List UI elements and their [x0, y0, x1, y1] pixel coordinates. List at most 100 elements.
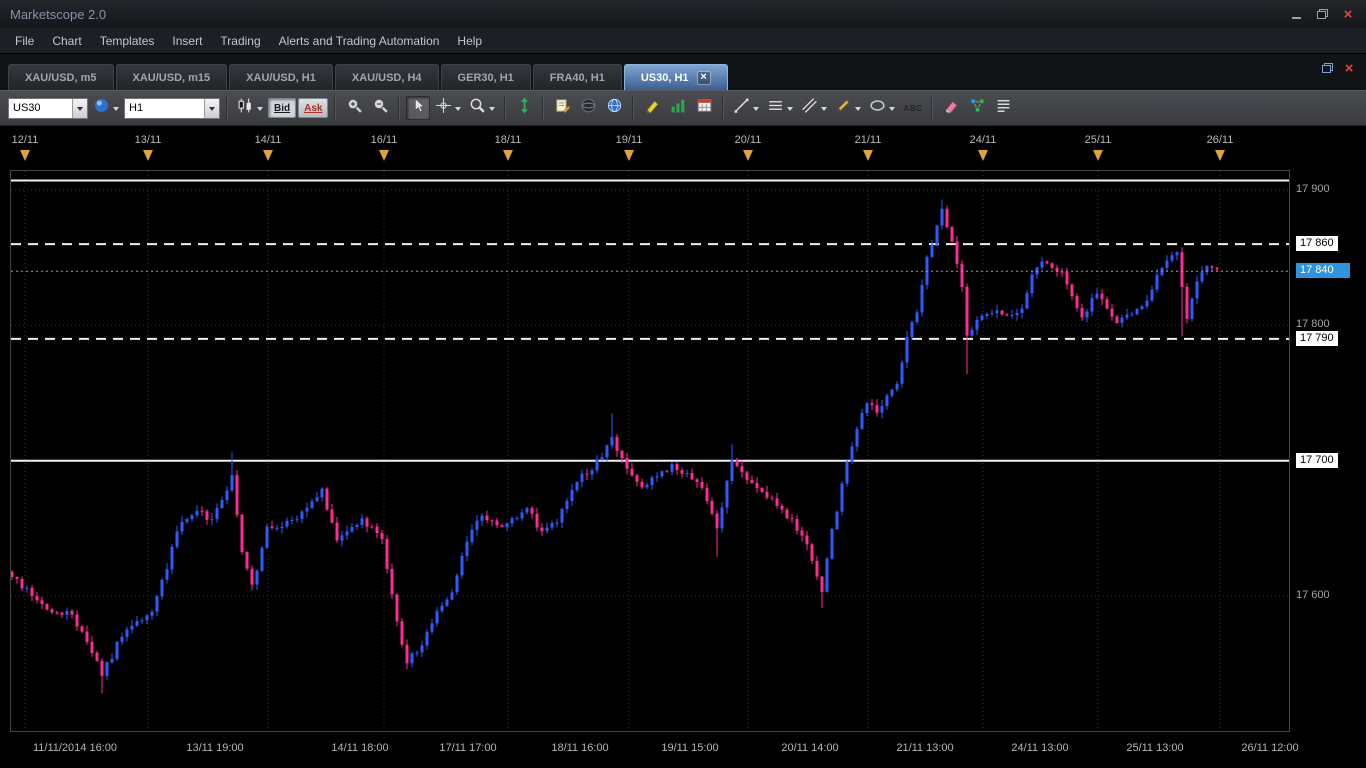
trend-line-tool-button[interactable] [730, 96, 762, 120]
close-icon[interactable]: × [1336, 5, 1360, 24]
chart-plot-area[interactable] [10, 170, 1290, 732]
toolbar-separator [542, 96, 545, 120]
date-label: 21/11 [854, 134, 882, 146]
sphere-dark-icon [581, 98, 596, 113]
view-3d-button[interactable] [576, 96, 600, 120]
time-label: 14/11 18:00 [331, 742, 389, 754]
symbol-combo-dropdown-icon[interactable] [72, 98, 87, 118]
dropdown-caret-icon [787, 106, 794, 114]
chart-window-controls: × [1318, 54, 1366, 90]
instrument-info-button[interactable] [90, 96, 122, 120]
candles-icon [238, 98, 251, 113]
text-label-tool-button[interactable]: ABC [900, 96, 925, 120]
zoom-out-icon [373, 98, 388, 113]
date-label: 14/11 [254, 134, 282, 146]
period-combo-dropdown-icon[interactable] [204, 98, 219, 118]
tab-label: XAU/USD, H1 [246, 71, 316, 84]
ask-toggle-button[interactable]: Ask [298, 98, 329, 118]
minimize-icon[interactable] [1284, 5, 1308, 24]
toolbar-separator [334, 96, 337, 120]
menu-trading[interactable]: Trading [211, 28, 269, 54]
economic-calendar-button[interactable] [692, 96, 716, 120]
toolbar-separator [722, 96, 725, 120]
time-label: 11/11/2014 16:00 [32, 742, 117, 754]
globe-icon [607, 98, 622, 113]
period-combo[interactable]: H1 [124, 97, 220, 119]
marker-tool-button[interactable] [640, 96, 664, 120]
toolbar-separator [226, 96, 228, 120]
menu-help[interactable]: Help [448, 28, 491, 54]
menu-chart[interactable]: Chart [43, 28, 90, 54]
network-icon [970, 98, 985, 113]
flag-marker-icon [263, 150, 273, 166]
text-label-tool-button-label: ABC [903, 103, 923, 113]
time-label: 26/11 12:00 [1241, 742, 1299, 754]
browser-button[interactable] [602, 96, 626, 120]
date-label: 25/11 [1084, 134, 1112, 146]
h-lines-icon [769, 101, 783, 110]
chart-list-button[interactable] [991, 96, 1015, 120]
tab-ger30-h1[interactable]: GER30, H1 [440, 64, 531, 90]
restore-chart-window-icon[interactable] [1318, 60, 1336, 76]
dropdown-caret-icon [489, 106, 496, 114]
bid-toggle-button[interactable]: Bid [268, 98, 297, 118]
menu-templates[interactable]: Templates [91, 28, 164, 54]
tab-label: XAU/USD, m5 [25, 71, 97, 84]
zoom-in-icon [347, 98, 362, 113]
freehand-tool-button[interactable] [832, 96, 864, 120]
date-label: 12/11 [11, 134, 39, 146]
toolbar-separator [632, 96, 635, 120]
dropdown-caret-icon [855, 106, 862, 114]
crosshair-tool-button[interactable] [432, 96, 464, 120]
tab-xau-usd-m15[interactable]: XAU/USD, m15 [115, 64, 228, 90]
flag-marker-icon [20, 150, 30, 166]
tab-close-icon[interactable]: × [696, 70, 711, 85]
cursor-icon [414, 97, 425, 113]
chart-tab-bar: XAU/USD, m5 XAU/USD, m15 XAU/USD, H1 XAU/US… [0, 54, 1366, 90]
dropdown-caret-icon [889, 106, 896, 114]
tab-xau-usd-h4[interactable]: XAU/USD, H4 [334, 64, 439, 90]
autoscale-button[interactable] [512, 96, 536, 120]
zoom-in-button[interactable] [342, 96, 366, 120]
title-bar: Marketscope 2.0 × [0, 0, 1366, 28]
time-label: 18/11 16:00 [551, 742, 609, 754]
dropdown-caret-icon [753, 106, 760, 114]
price-grid-label: 17 600 [1296, 589, 1330, 601]
publish-chart-button[interactable] [965, 96, 989, 120]
tab-xau-usd-m5[interactable]: XAU/USD, m5 [8, 64, 114, 90]
time-label: 25/11 13:00 [1126, 742, 1184, 754]
dropdown-caret-icon [257, 106, 263, 114]
notes-button[interactable] [550, 96, 574, 120]
close-chart-window-icon[interactable]: × [1340, 60, 1358, 77]
restore-icon[interactable] [1310, 5, 1334, 24]
tab-xau-usd-h1[interactable]: XAU/USD, H1 [229, 64, 333, 90]
tab-fra40-h1[interactable]: FRA40, H1 [532, 64, 622, 90]
time-label: 17/11 17:00 [439, 742, 497, 754]
crosshair-icon [436, 98, 452, 113]
horizontal-line-tool-button[interactable] [764, 96, 796, 120]
pointer-tool-button[interactable] [406, 96, 431, 120]
candlestick-chart[interactable] [10, 170, 1290, 732]
shape-tool-button[interactable] [866, 96, 898, 120]
date-label: 24/11 [969, 134, 997, 146]
chart-type-button[interactable] [234, 96, 266, 120]
price-axis: 17 900 17 800 17 600 17 860 17 790 17 700 17 8… [1292, 170, 1366, 732]
tab-label: GER30, H1 [457, 71, 514, 84]
indicators-button[interactable] [666, 96, 690, 120]
menu-insert[interactable]: Insert [163, 28, 211, 54]
channel-tool-button[interactable] [798, 96, 830, 120]
zoom-box-tool-button[interactable] [466, 96, 498, 120]
eraser-tool-button[interactable] [939, 96, 963, 120]
list-icon [997, 99, 1010, 112]
ask-toggle-button-label: Ask [304, 102, 323, 114]
date-axis-top: 12/11 13/11 14/11 16/11 18/11 19/11 20/11 21/11… [0, 134, 1366, 170]
time-label: 19/11 15:00 [661, 742, 719, 754]
tab-us30-h1[interactable]: US30, H1 × [623, 64, 728, 90]
zoom-out-button[interactable] [368, 96, 392, 120]
time-axis: 11/11/2014 16:00 13/11 19:00 14/11 18:00 17… [0, 736, 1366, 766]
menu-file[interactable]: File [6, 28, 43, 54]
scale-icon [521, 97, 528, 114]
symbol-combo[interactable]: US30 [8, 97, 88, 119]
menu-alerts-and-trading-automation[interactable]: Alerts and Trading Automation [270, 28, 449, 54]
tab-label: XAU/USD, H4 [351, 71, 422, 84]
